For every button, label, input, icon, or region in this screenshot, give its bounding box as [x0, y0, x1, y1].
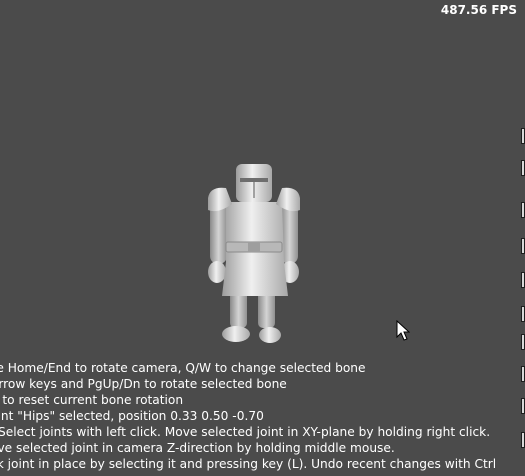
edge-control[interactable]: [521, 128, 525, 144]
help-text-panel: se Home/End to rotate camera, Q/W to cha…: [0, 360, 525, 472]
edge-control[interactable]: [521, 398, 525, 414]
help-line: ove selected joint in camera Z-direction…: [0, 441, 395, 455]
help-line: ck joint in place by selecting it and pr…: [0, 457, 497, 471]
arrow-pointer-icon: [396, 320, 410, 341]
edge-control[interactable]: [521, 306, 525, 322]
edge-control[interactable]: [521, 432, 525, 448]
help-line: se Home/End to rotate camera, Q/W to cha…: [0, 361, 366, 375]
help-line: oint "Hips" selected, position 0.33 0.50…: [0, 409, 264, 423]
help-line: Arrow keys and PgUp/Dn to rotate selecte…: [0, 377, 287, 391]
help-line: R to reset current bone rotation: [0, 393, 184, 407]
edge-control[interactable]: [521, 334, 525, 350]
fps-counter: 487.56 FPS: [440, 3, 517, 17]
3d-viewport[interactable]: 487.56 FPS se Home/End to rotate camera,…: [0, 0, 525, 476]
help-line: : Select joints with left click. Move se…: [0, 425, 491, 439]
edge-control[interactable]: [521, 160, 525, 176]
knight-model[interactable]: [196, 158, 314, 346]
edge-control[interactable]: [521, 202, 525, 218]
edge-control[interactable]: [521, 366, 525, 382]
edge-control[interactable]: [521, 272, 525, 288]
edge-control[interactable]: [521, 238, 525, 254]
